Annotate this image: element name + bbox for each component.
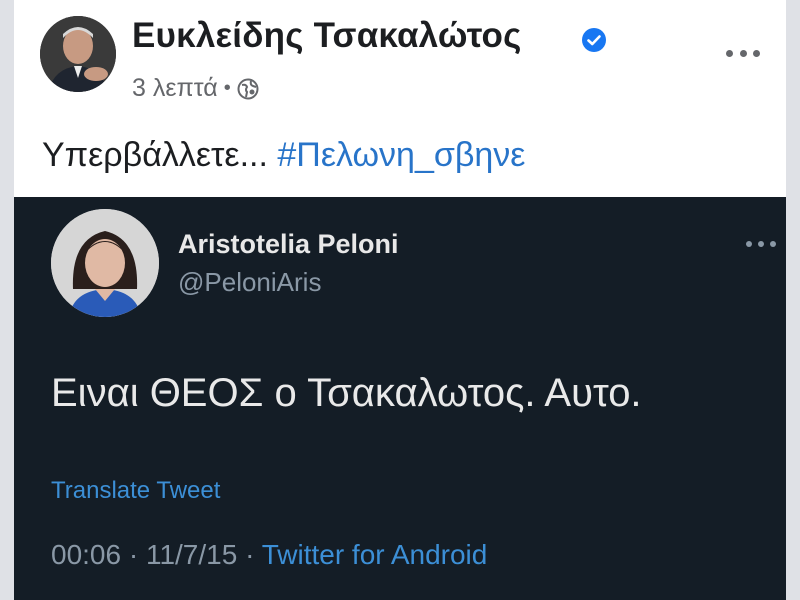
author-name[interactable]: Ευκλείδης Τσακαλώτος [132,16,522,56]
verified-badge-icon [582,28,606,52]
post-time[interactable]: 3 λεπτά [132,74,218,103]
tweet-source-link[interactable]: Twitter for Android [262,539,488,570]
tweet-more-options-icon[interactable] [746,239,776,249]
translate-tweet-link[interactable]: Translate Tweet [51,477,220,505]
tweet-author-name[interactable]: Aristotelia Peloni [178,229,399,260]
author-avatar[interactable] [40,16,116,92]
tweet-author-handle[interactable]: @PeloniAris [178,267,321,298]
post-body: Υπερβάλλετε... [42,136,268,174]
tweet-text: Ειναι ΘΕΟΣ ο Τσακαλωτος. Αυτο. [51,371,642,415]
tweet-author-avatar[interactable] [51,209,159,317]
post-meta: 3 λεπτά • [132,74,259,103]
meta-separator: • [223,77,231,99]
globe-icon[interactable] [237,78,259,100]
tweet-timestamp: 00:06 · 11/7/15 · [51,539,255,570]
post-text: Υπερβάλλετε... #Πελωνη_σβηνε [42,136,525,175]
hashtag-link[interactable]: #Πελωνη_σβηνε [277,136,525,174]
facebook-post: Ευκλείδης Τσακαλώτος 3 λεπτά • Υπερβάλλε… [14,0,786,197]
tweet-footer: 00:06 · 11/7/15 · Twitter for Android [51,539,487,571]
embedded-tweet[interactable]: Aristotelia Peloni @PeloniAris Ειναι ΘΕΟ… [14,197,786,600]
more-options-icon[interactable] [726,46,760,60]
